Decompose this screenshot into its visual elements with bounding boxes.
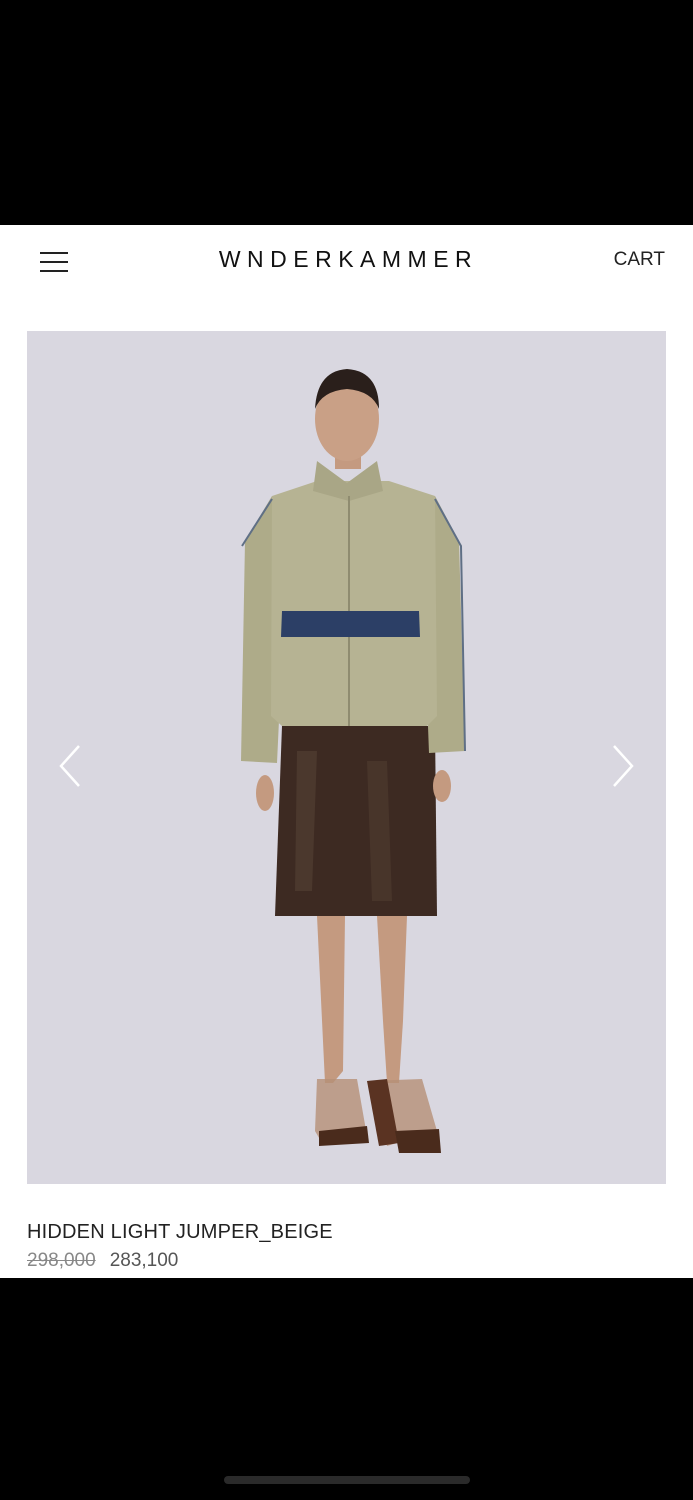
home-indicator[interactable] (224, 1476, 470, 1484)
chevron-left-icon[interactable] (51, 736, 91, 796)
product-image-gallery[interactable] (27, 331, 666, 1184)
brand-logo[interactable]: WNDERKAMMER (0, 246, 693, 273)
product-name[interactable]: HIDDEN LIGHT JUMPER_BEIGE (27, 1221, 333, 1244)
original-price: 298,000 (27, 1250, 96, 1271)
product-page: WNDERKAMMER CART HIDDEN LIGHT JUMPER_BEI… (0, 225, 693, 1278)
product-photo (27, 331, 666, 1184)
price-row: 298,000 283,100 (27, 1250, 178, 1272)
bottom-area (0, 1278, 693, 1500)
status-bar-area (0, 0, 693, 225)
cart-link[interactable]: CART (614, 249, 665, 271)
chevron-right-icon[interactable] (602, 736, 642, 796)
site-header: WNDERKAMMER CART (0, 225, 693, 297)
sale-price: 283,100 (109, 1250, 179, 1271)
